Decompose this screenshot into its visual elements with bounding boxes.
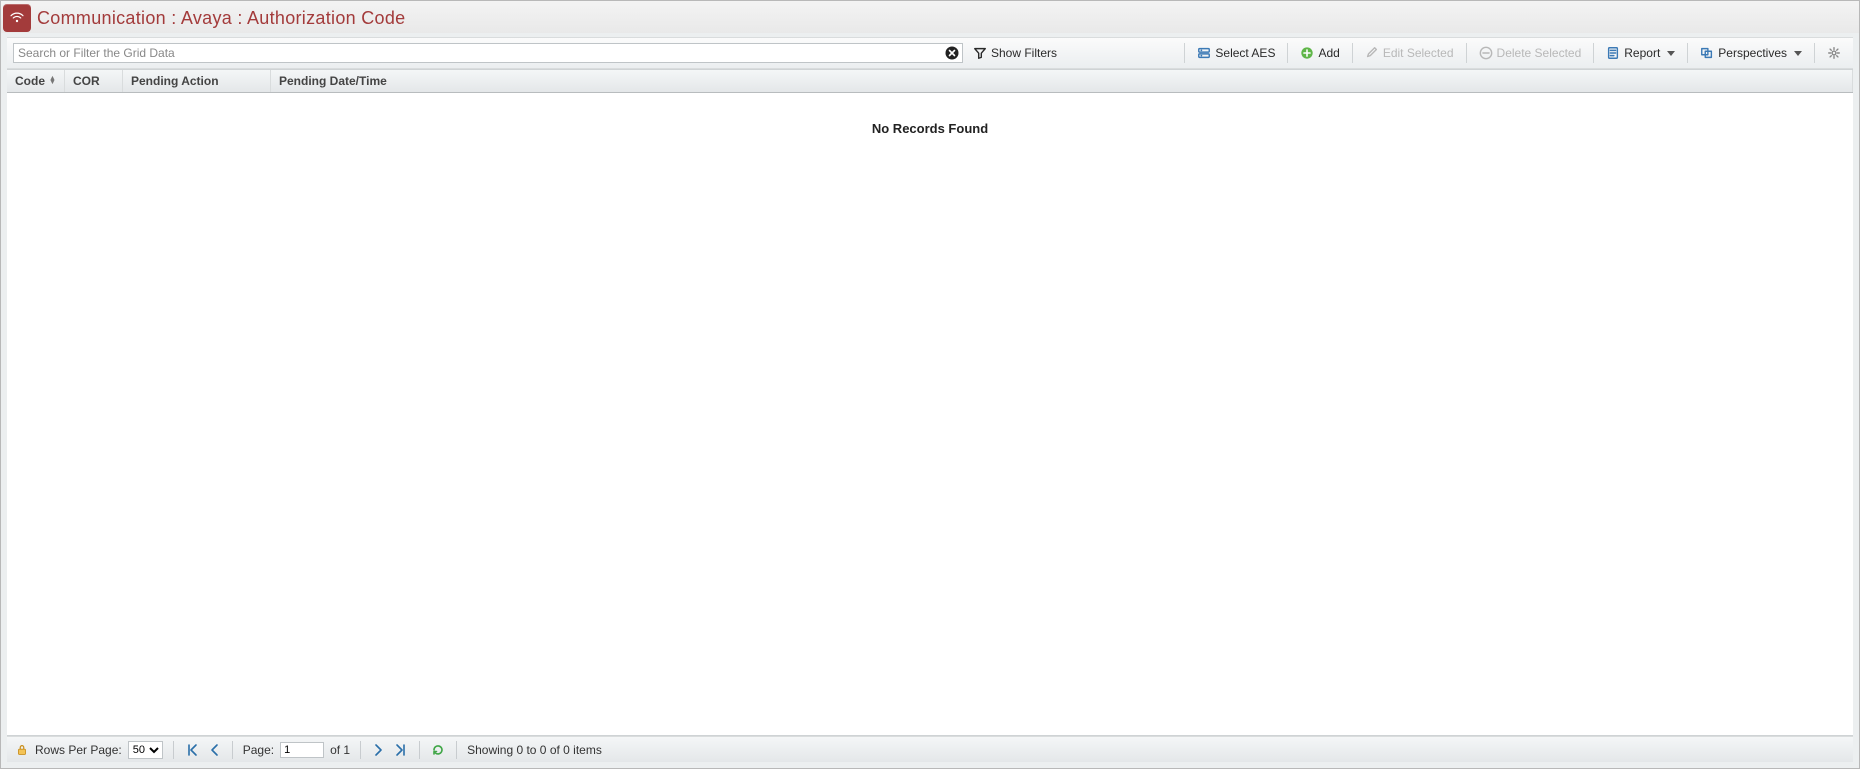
delete-selected-label: Delete Selected <box>1497 46 1582 60</box>
pager: Rows Per Page: 50 Page: of 1 Showing 0 t… <box>7 736 1853 762</box>
toolbar: Show Filters Select AES Add Edit Selecte… <box>7 37 1853 69</box>
lock-icon <box>15 743 29 757</box>
column-header-pending-action[interactable]: Pending Action <box>123 70 271 92</box>
refresh-button[interactable] <box>430 742 446 758</box>
page-title: Communication : Avaya : Authorization Co… <box>37 8 405 29</box>
column-header-pending-date[interactable]: Pending Date/Time <box>271 70 1853 92</box>
delete-selected-button[interactable]: Delete Selected <box>1473 42 1588 64</box>
chevron-down-icon <box>1667 51 1675 56</box>
server-icon <box>1197 46 1211 60</box>
add-button[interactable]: Add <box>1294 42 1345 64</box>
select-aes-label: Select AES <box>1215 46 1275 60</box>
grid-header: Code ▲▼ COR Pending Action Pending Date/… <box>7 69 1853 93</box>
column-label: Pending Action <box>131 74 219 88</box>
report-button[interactable]: Report <box>1600 42 1681 64</box>
page-of-label: of 1 <box>330 743 350 757</box>
show-filters-label: Show Filters <box>991 46 1057 60</box>
column-label: Pending Date/Time <box>279 74 387 88</box>
settings-button[interactable] <box>1821 42 1847 64</box>
page-input[interactable] <box>280 742 324 758</box>
pager-summary: Showing 0 to 0 of 0 items <box>467 743 602 757</box>
app-logo-icon <box>3 4 31 32</box>
edit-selected-label: Edit Selected <box>1383 46 1454 60</box>
rows-per-page-select[interactable]: 50 <box>128 741 163 759</box>
column-header-cor[interactable]: COR <box>65 70 123 92</box>
minus-circle-icon <box>1479 46 1493 60</box>
perspectives-icon <box>1700 46 1714 60</box>
sort-icon: ▲▼ <box>49 77 56 85</box>
pencil-icon <box>1365 46 1379 60</box>
column-label: Code <box>15 74 45 88</box>
titlebar: Communication : Avaya : Authorization Co… <box>1 1 1859 33</box>
last-page-button[interactable] <box>393 742 409 758</box>
no-records-message: No Records Found <box>872 121 988 136</box>
clear-search-icon[interactable] <box>944 45 960 61</box>
funnel-icon <box>973 46 987 60</box>
perspectives-button[interactable]: Perspectives <box>1694 42 1808 64</box>
column-label: COR <box>73 74 100 88</box>
select-aes-button[interactable]: Select AES <box>1191 42 1281 64</box>
show-filters-button[interactable]: Show Filters <box>967 42 1063 64</box>
next-page-button[interactable] <box>371 742 387 758</box>
plus-circle-icon <box>1300 46 1314 60</box>
page-label: Page: <box>243 743 274 757</box>
first-page-button[interactable] <box>184 742 200 758</box>
column-header-code[interactable]: Code ▲▼ <box>7 70 65 92</box>
rows-per-page-label: Rows Per Page: <box>35 743 122 757</box>
perspectives-label: Perspectives <box>1718 46 1787 60</box>
add-label: Add <box>1318 46 1339 60</box>
report-icon <box>1606 46 1620 60</box>
grid-body: No Records Found <box>7 93 1853 736</box>
report-label: Report <box>1624 46 1660 60</box>
gear-icon <box>1827 46 1841 60</box>
chevron-down-icon <box>1794 51 1802 56</box>
search-input[interactable] <box>13 43 963 63</box>
edit-selected-button[interactable]: Edit Selected <box>1359 42 1460 64</box>
prev-page-button[interactable] <box>206 742 222 758</box>
